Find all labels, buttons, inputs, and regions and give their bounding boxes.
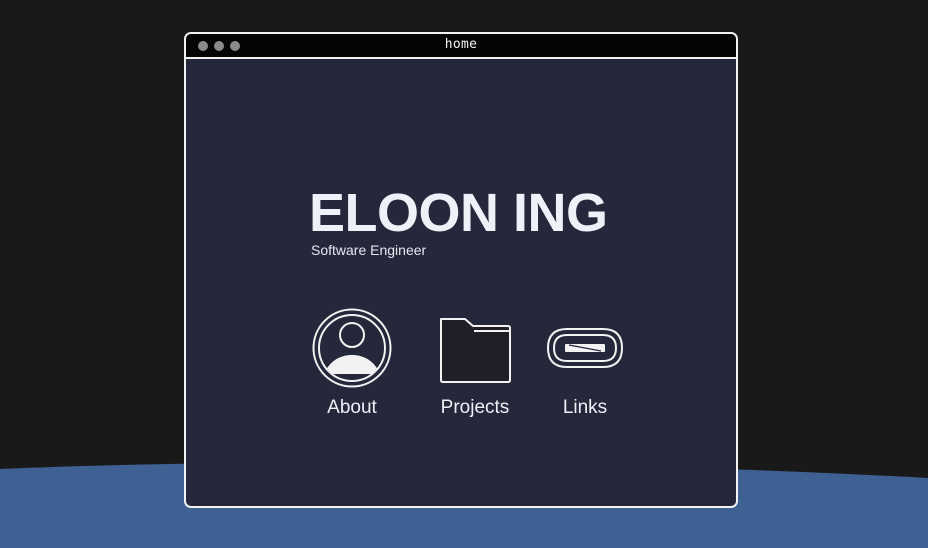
about-label: About [327, 397, 377, 418]
home-window: home ELOON ING Software Engineer About P… [184, 32, 738, 508]
hero: ELOON ING Software Engineer [309, 184, 608, 258]
links-label: Links [562, 397, 608, 418]
desktop: home ELOON ING Software Engineer About P… [0, 0, 928, 548]
projects-app[interactable]: Projects [420, 308, 530, 419]
owner-role: Software Engineer [311, 242, 427, 258]
folder-icon[interactable] [435, 308, 515, 388]
about-app[interactable]: About [310, 308, 394, 419]
link-icon[interactable] [545, 308, 625, 388]
window-titlebar[interactable]: home [186, 34, 736, 59]
window-title: home [444, 37, 478, 52]
links-app[interactable]: Links [530, 308, 640, 419]
user-icon[interactable] [312, 308, 392, 388]
projects-label: Projects [440, 397, 510, 418]
owner-name: ELOON ING [309, 183, 608, 243]
app-launcher: About Projects Links [310, 308, 640, 419]
